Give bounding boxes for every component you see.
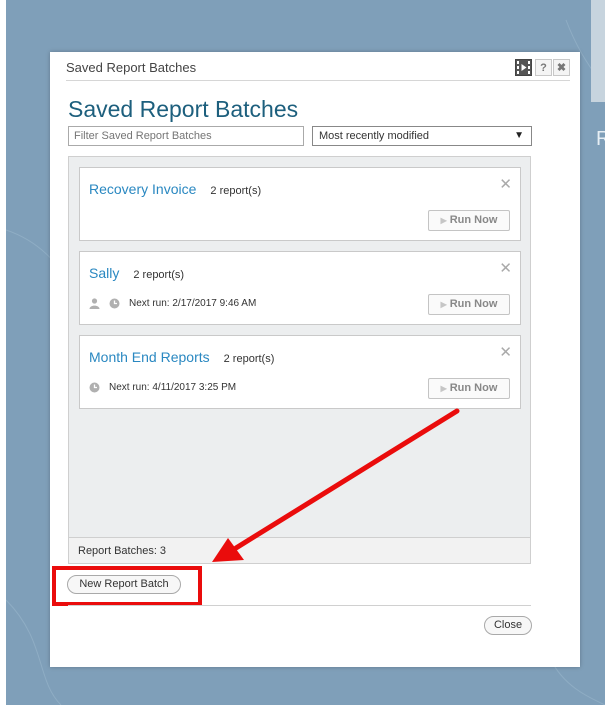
run-now-button[interactable]: ▶ Run Now [428, 210, 510, 231]
remove-batch-icon[interactable]: ✕ [499, 259, 512, 277]
dialog-window-title: Saved Report Batches [66, 60, 197, 75]
footer-divider [68, 605, 531, 606]
batch-name-link[interactable]: Sally 2 report(s) [89, 265, 184, 281]
saved-report-batches-dialog: Saved Report Batches ? ✖ Saved Report Ba… [50, 52, 580, 667]
run-now-button[interactable]: ▶ Run Now [428, 378, 510, 399]
next-run-text: Next run: 2/17/2017 9:46 AM [129, 298, 257, 309]
batch-card: Recovery Invoice 2 report(s) ✕ ▶ Run Now [79, 167, 521, 241]
dropdown-arrow-icon: ▼ [514, 130, 524, 141]
next-run-text: Next run: 4/11/2017 3:25 PM [109, 382, 237, 393]
batch-name[interactable]: Month End Reports [89, 349, 210, 365]
clock-icon [109, 298, 120, 309]
remove-batch-icon[interactable]: ✕ [499, 175, 512, 193]
batch-count-text: Report Batches: 3 [78, 545, 167, 557]
sort-selected-value: Most recently modified [319, 130, 430, 142]
batch-name-link[interactable]: Recovery Invoice 2 report(s) [89, 181, 261, 197]
batch-schedule: Next run: 4/11/2017 3:25 PM [89, 382, 236, 393]
remove-batch-icon[interactable]: ✕ [499, 343, 512, 361]
background-letter: R [596, 128, 605, 150]
run-now-label: Run Now [449, 214, 498, 226]
play-icon: ▶ [440, 300, 447, 309]
batch-name[interactable]: Recovery Invoice [89, 181, 196, 197]
batch-name-link[interactable]: Month End Reports 2 report(s) [89, 349, 274, 365]
run-now-label: Run Now [449, 382, 498, 394]
video-help-icon[interactable] [515, 59, 532, 76]
annotation-highlight-box [52, 566, 202, 606]
help-button[interactable]: ? [535, 59, 552, 76]
run-now-label: Run Now [449, 298, 498, 310]
batch-schedule: Next run: 2/17/2017 9:46 AM [89, 298, 256, 309]
run-now-button[interactable]: ▶ Run Now [428, 294, 510, 315]
batch-count-footer: Report Batches: 3 [68, 538, 531, 564]
filter-batches-input[interactable] [68, 126, 304, 146]
user-icon [89, 298, 100, 309]
batch-report-count: 2 report(s) [223, 353, 275, 365]
play-icon: ▶ [440, 216, 447, 225]
dialog-titlebar: Saved Report Batches ? ✖ [66, 58, 570, 81]
page-title: Saved Report Batches [68, 96, 299, 122]
dialog-close-icon[interactable]: ✖ [553, 59, 570, 76]
batch-card: Month End Reports 2 report(s) ✕ Next run:… [79, 335, 521, 409]
close-button[interactable]: Close [484, 616, 532, 635]
batch-report-count: 2 report(s) [133, 269, 185, 281]
sort-select[interactable]: Most recently modified ▼ [312, 126, 532, 146]
play-icon: ▶ [440, 384, 447, 393]
batch-list: Recovery Invoice 2 report(s) ✕ ▶ Run Now S… [68, 156, 531, 538]
scrollbar-strip [591, 0, 605, 102]
batch-report-count: 2 report(s) [210, 185, 262, 197]
batch-card: Sally 2 report(s) ✕ Next run: 2/17/2017 9… [79, 251, 521, 325]
batch-name[interactable]: Sally [89, 265, 119, 281]
clock-icon [89, 382, 100, 393]
